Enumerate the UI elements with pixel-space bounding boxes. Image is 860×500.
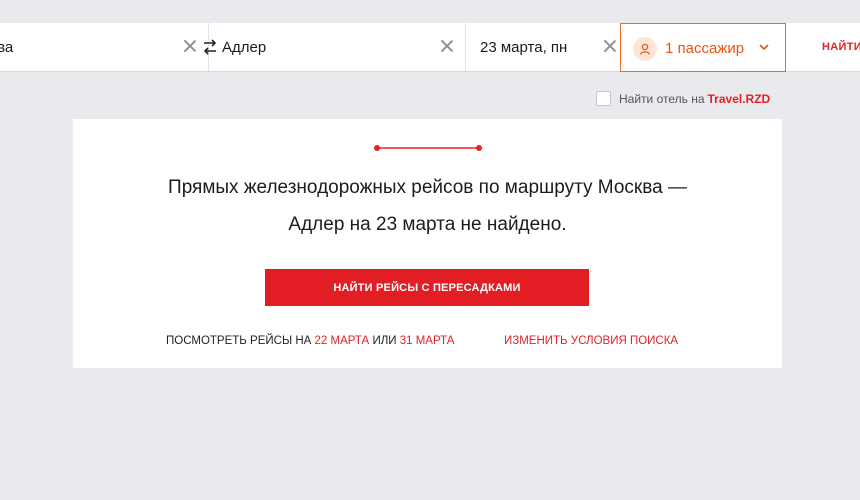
clear-from-icon[interactable]	[183, 39, 197, 53]
date-field[interactable]: 23 марта, пн	[480, 23, 610, 71]
alt-date-link-2[interactable]: 31 МАРТА	[400, 335, 455, 347]
search-bar: Москва Адлер 23 марта, пн 1 пассажир НАЙ…	[0, 23, 860, 72]
passengers-selector[interactable]: 1 пассажир	[620, 23, 786, 72]
divider-ornament	[374, 145, 482, 151]
swap-icon[interactable]	[202, 38, 218, 56]
clear-to-icon[interactable]	[440, 39, 454, 53]
to-input[interactable]: Адлер	[222, 39, 266, 56]
change-search-link[interactable]: ИЗМЕНИТЬ УСЛОВИЯ ПОИСКА	[504, 335, 678, 347]
alt-dates-group: ПОСМОТРЕТЬ РЕЙСЫ НА 22 МАРТА ИЛИ 31 МАРТ…	[166, 335, 454, 347]
clear-date-icon[interactable]	[603, 39, 617, 53]
from-field[interactable]: Москва	[0, 23, 200, 71]
top-strip	[0, 0, 860, 23]
passenger-icon	[633, 37, 657, 61]
alt-date-link-1[interactable]: 22 МАРТА	[315, 335, 370, 347]
passengers-label: 1 пассажир	[665, 40, 745, 57]
to-field[interactable]: Адлер	[222, 23, 452, 71]
hotel-brand-link[interactable]: Travel.RZD	[708, 92, 771, 106]
hotel-checkbox-row[interactable]: Найти отель на Travel.RZD	[596, 91, 770, 106]
alt-or: ИЛИ	[372, 335, 397, 347]
message-line-1: Прямых железнодорожных рейсов по маршрут…	[168, 177, 687, 198]
message-line-2: Адлер на 23 марта не найдено.	[288, 214, 567, 235]
find-button[interactable]: НАЙТИ	[822, 41, 860, 53]
date-input[interactable]: 23 марта, пн	[480, 39, 567, 56]
no-results-message: Прямых железнодорожных рейсов по маршрут…	[93, 169, 762, 243]
hotel-checkbox[interactable]	[596, 91, 611, 106]
from-input[interactable]: Москва	[0, 39, 13, 56]
divider	[465, 23, 466, 71]
chevron-down-icon	[759, 44, 769, 51]
alt-prefix: ПОСМОТРЕТЬ РЕЙСЫ НА	[166, 335, 312, 347]
hotel-label: Найти отель на	[619, 91, 705, 106]
no-results-card: Прямых железнодорожных рейсов по маршрут…	[73, 119, 782, 368]
find-with-transfers-button[interactable]: НАЙТИ РЕЙСЫ С ПЕРЕСАДКАМИ	[265, 269, 589, 306]
